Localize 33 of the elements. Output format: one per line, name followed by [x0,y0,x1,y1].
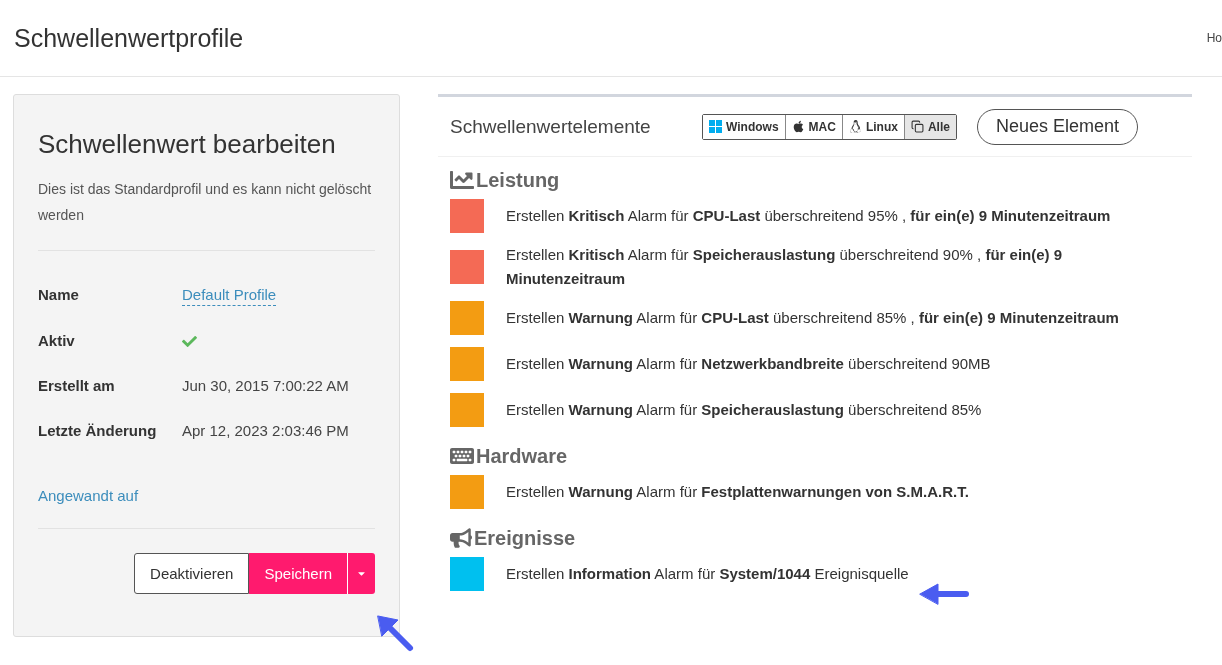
section-title: Leistung [476,168,560,192]
rule-text: Erstellen Information Alarm für System/1044 Ereignisquelle [506,564,909,584]
panel-title: Schwellenwertelemente [450,115,652,138]
copy-icon [910,120,924,133]
deactivate-button[interactable]: Deaktivieren [134,553,250,594]
field-label: Aktiv [38,331,76,351]
pointer-arrow-drawing [918,582,972,606]
section-title: Hardware [476,444,568,468]
megaphone-icon [450,527,472,549]
card-description: Dies ist das Standardprofil und es kann nicht gelöscht werden [38,180,373,225]
save-button[interactable]: Speichern [249,553,347,594]
os-filter-button[interactable]: Alle [903,114,956,139]
rule-text: Erstellen Warnung Alarm für Festplattenwarnungen von S.M.A.R.T. [506,482,969,502]
windows-icon [709,120,722,133]
field-label: Letzte Änderung [38,421,158,441]
page-title: Schwellenwertprofile [14,23,244,53]
field-label: Name [38,285,80,305]
card-title: Schwellenwert bearbeiten [38,129,337,160]
rule-text: Erstellen Kritisch Alarm für Speicherauslastung überschreitend 90% , für ein(e) 9 Minutenzeitraum [506,245,1064,289]
rule-text: Erstellen Kritisch Alarm für CPU-Last überschreitend 95% , für ein(e) 9 Minutenzeitraum [506,206,1111,226]
field-value: Jun 30, 2015 7:00:22 AM [182,376,350,396]
field-value: Apr 12, 2023 2:03:46 PM [182,421,350,441]
breadcrumb-link[interactable]: Ho [1206,31,1222,45]
pointer-arrow-drawing [376,614,416,654]
apple-icon [791,120,805,133]
section-title: Ereignisse [474,526,576,550]
field-label: Erstellt am [38,376,116,396]
new-element-button[interactable]: Neues Element [976,108,1138,145]
rule-text: Erstellen Warnung Alarm für CPU-Last überschreitend 85% , für ein(e) 9 Minutenzeitraum [506,308,1119,328]
line-chart-icon [450,168,474,192]
dropdown-button[interactable] [347,553,375,594]
rule-text: Erstellen Warnung Alarm für Netzwerkbandbreite überschreitend 90MB [506,354,991,374]
rule-text: Erstellen Warnung Alarm für Speicherauslastung überschreitend 85% [506,400,982,420]
